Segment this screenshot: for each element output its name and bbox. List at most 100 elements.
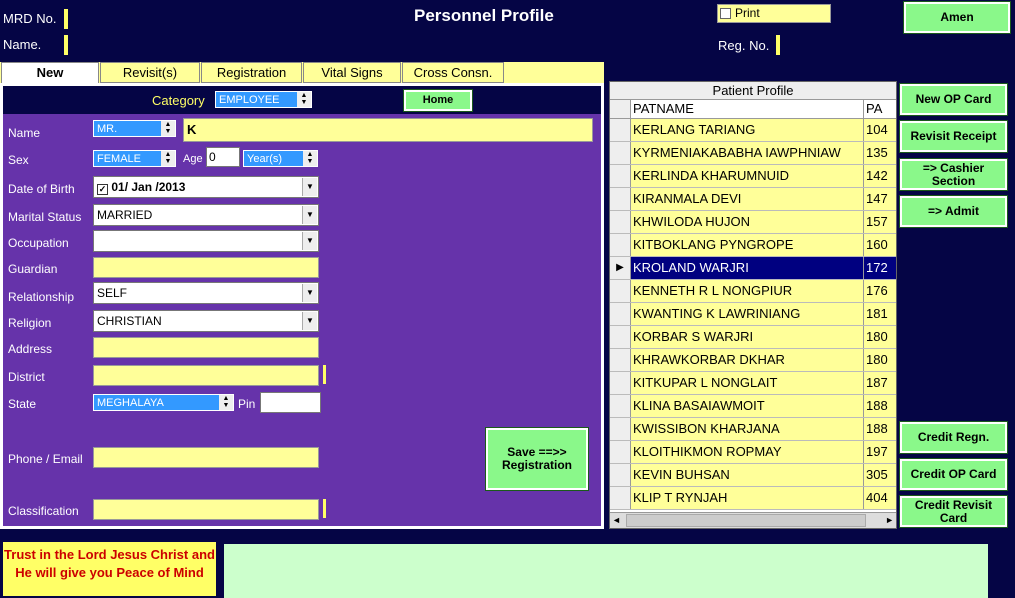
title-select[interactable]: MR. ▲ ▼	[93, 120, 176, 137]
amen-button[interactable]: Amen	[903, 1, 1011, 34]
row-pointer-icon[interactable]: ▶	[610, 257, 631, 279]
cell-pa[interactable]: 176	[864, 280, 896, 302]
table-row[interactable]: KHRAWKORBAR DKHAR 180	[610, 349, 896, 372]
phone-input[interactable]	[93, 447, 319, 468]
table-row[interactable]: KITBOKLANG PYNGROPE 160	[610, 234, 896, 257]
cell-pa[interactable]: 147	[864, 188, 896, 210]
tab-revisits[interactable]: Revisit(s)	[100, 62, 200, 83]
cell-pa[interactable]: 181	[864, 303, 896, 325]
scroll-left-icon[interactable]: ◄	[612, 515, 621, 525]
chevron-down-icon[interactable]: ▼	[302, 178, 317, 196]
spin-icon[interactable]: ▲ ▼	[219, 395, 233, 410]
cell-patname[interactable]: KHRAWKORBAR DKHAR	[631, 349, 864, 371]
spin-icon[interactable]: ▲ ▼	[161, 151, 175, 166]
reg-field[interactable]	[776, 35, 780, 55]
cell-pa[interactable]: 180	[864, 326, 896, 348]
save-registration-button[interactable]: Save ==>> Registration	[485, 427, 589, 491]
district-input[interactable]	[93, 365, 319, 386]
category-select[interactable]: EMPLOYEE ▲ ▼	[215, 91, 312, 108]
scroll-right-icon[interactable]: ►	[885, 515, 894, 525]
scroll-thumb[interactable]	[626, 514, 866, 527]
table-row[interactable]: KERLANG TARIANG 104	[610, 119, 896, 142]
tab-cross-consn[interactable]: Cross Consn.	[402, 62, 504, 83]
classification-input[interactable]	[93, 499, 319, 520]
table-row[interactable]: KHWILODA HUJON 157	[610, 211, 896, 234]
print-checkbox[interactable]: Print	[717, 4, 831, 23]
cell-patname[interactable]: KERLINDA KHARUMNUID	[631, 165, 864, 187]
table-row[interactable]: KIRANMALA DEVI 147	[610, 188, 896, 211]
new-op-card-button[interactable]: New OP Card	[899, 83, 1008, 116]
checkbox-box[interactable]	[720, 8, 731, 19]
table-row[interactable]: KLOITHIKMON ROPMAY 197	[610, 441, 896, 464]
row-selector[interactable]	[610, 326, 631, 348]
cell-pa[interactable]: 104	[864, 119, 896, 141]
dob-checkbox[interactable]: ✓	[97, 184, 108, 195]
cell-patname[interactable]: KLIP T RYNJAH	[631, 487, 864, 509]
spin-icon[interactable]: ▲ ▼	[303, 151, 317, 166]
admit-button[interactable]: => Admit	[899, 195, 1008, 228]
row-selector[interactable]	[610, 487, 631, 509]
revisit-receipt-button[interactable]: Revisit Receipt	[899, 120, 1008, 153]
address-input[interactable]	[93, 337, 319, 358]
guardian-input[interactable]	[93, 257, 319, 278]
cell-patname[interactable]: KWISSIBON KHARJANA	[631, 418, 864, 440]
chevron-down-icon[interactable]: ▼	[302, 284, 317, 302]
cashier-section-button[interactable]: => Cashier Section	[899, 158, 1008, 191]
age-input[interactable]: 0	[206, 147, 240, 167]
row-selector[interactable]	[610, 441, 631, 463]
row-selector[interactable]	[610, 211, 631, 233]
cell-pa[interactable]: 187	[864, 372, 896, 394]
col-patname-header[interactable]: PATNAME	[631, 100, 864, 118]
spin-icon[interactable]: ▲ ▼	[297, 92, 311, 107]
cell-patname[interactable]: KIRANMALA DEVI	[631, 188, 864, 210]
tab-new[interactable]: New	[1, 62, 99, 84]
cell-patname[interactable]: KENNETH R L NONGPIUR	[631, 280, 864, 302]
cell-pa[interactable]: 404	[864, 487, 896, 509]
religion-select[interactable]: CHRISTIAN ▼	[93, 310, 319, 332]
cell-patname[interactable]: KHWILODA HUJON	[631, 211, 864, 233]
age-unit-select[interactable]: Year(s) ▲ ▼	[243, 150, 318, 167]
horizontal-scrollbar[interactable]: ◄ ►	[610, 512, 896, 528]
row-selector[interactable]	[610, 303, 631, 325]
chevron-down-icon[interactable]: ▼	[302, 312, 317, 330]
row-selector[interactable]	[610, 280, 631, 302]
cell-pa[interactable]: 157	[864, 211, 896, 233]
cell-pa[interactable]: 142	[864, 165, 896, 187]
cell-patname[interactable]: KROLAND WARJRI	[631, 257, 864, 279]
row-selector[interactable]	[610, 418, 631, 440]
col-pa-header[interactable]: PA	[864, 100, 896, 118]
sex-select[interactable]: FEMALE ▲ ▼	[93, 150, 176, 167]
table-row[interactable]: KERLINDA KHARUMNUID 142	[610, 165, 896, 188]
spin-icon[interactable]: ▲ ▼	[161, 121, 175, 136]
table-row[interactable]: KEVIN BUHSAN 305	[610, 464, 896, 487]
patient-name-input[interactable]: K	[183, 118, 593, 142]
row-selector[interactable]	[610, 188, 631, 210]
cell-patname[interactable]: KERLANG TARIANG	[631, 119, 864, 141]
table-row[interactable]: KLIP T RYNJAH 404	[610, 487, 896, 510]
cell-patname[interactable]: KWANTING K LAWRINIANG	[631, 303, 864, 325]
table-row[interactable]: KWISSIBON KHARJANA 188	[610, 418, 896, 441]
tab-vital-signs[interactable]: Vital Signs	[303, 62, 401, 83]
cell-patname[interactable]: KITKUPAR L NONGLAIT	[631, 372, 864, 394]
cell-patname[interactable]: KLINA BASAIAWMOIT	[631, 395, 864, 417]
cell-patname[interactable]: KITBOKLANG PYNGROPE	[631, 234, 864, 256]
cell-patname[interactable]: KEVIN BUHSAN	[631, 464, 864, 486]
cell-pa[interactable]: 160	[864, 234, 896, 256]
row-selector[interactable]	[610, 119, 631, 141]
cell-pa[interactable]: 197	[864, 441, 896, 463]
chevron-down-icon[interactable]: ▼	[302, 206, 317, 224]
cell-pa[interactable]: 305	[864, 464, 896, 486]
pin-input[interactable]	[260, 392, 321, 413]
row-selector[interactable]	[610, 395, 631, 417]
tab-registration[interactable]: Registration	[201, 62, 302, 83]
table-row[interactable]: KORBAR S WARJRI 180	[610, 326, 896, 349]
mrd-field[interactable]	[64, 9, 68, 29]
home-button[interactable]: Home	[403, 89, 473, 112]
dob-picker[interactable]: ✓ 01/ Jan /2013 ▼	[93, 176, 319, 198]
chevron-down-icon[interactable]: ▼	[302, 232, 317, 250]
occupation-select[interactable]: ▼	[93, 230, 319, 252]
cell-patname[interactable]: KORBAR S WARJRI	[631, 326, 864, 348]
row-selector[interactable]	[610, 165, 631, 187]
table-row[interactable]: KLINA BASAIAWMOIT 188	[610, 395, 896, 418]
cell-pa[interactable]: 180	[864, 349, 896, 371]
